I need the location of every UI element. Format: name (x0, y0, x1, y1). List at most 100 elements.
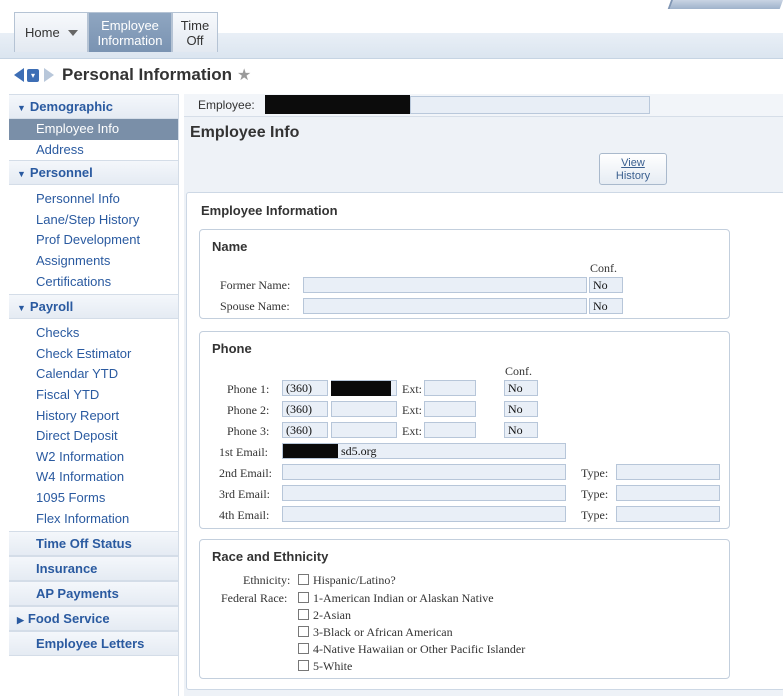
sidebar-item-prof-development[interactable]: Prof Development (9, 230, 178, 251)
employee-label: Employee: (198, 98, 255, 112)
view-history-label-line2: History (615, 170, 651, 182)
race4-label: 4-Native Hawaiian or Other Pacific Islan… (313, 642, 526, 656)
sidebar-section-label: Payroll (29, 299, 74, 315)
email3-type-label: Type: (581, 487, 609, 501)
sidebar: ▼ Demographic Employee Info Address ▼ Pers… (9, 94, 179, 696)
phone3-number-input[interactable] (331, 422, 397, 438)
sidebar-section-demographic[interactable]: ▼ Demographic (9, 94, 178, 119)
sidebar-section-ap-payments[interactable]: AP Payments (9, 581, 178, 607)
email2-type-select[interactable] (616, 464, 720, 480)
phone2-ext-input[interactable] (424, 401, 476, 417)
email3-input[interactable] (282, 485, 566, 501)
favorite-star-icon[interactable]: ★ (237, 65, 251, 85)
sidebar-section-insurance[interactable]: Insurance (9, 556, 178, 582)
phone1-conf-select[interactable]: No (504, 380, 538, 396)
tab-time-off-line1: Time (180, 18, 210, 33)
employee-field[interactable] (410, 96, 650, 114)
sidebar-item-calendar-ytd[interactable]: Calendar YTD (9, 364, 178, 385)
sidebar-item-history-report[interactable]: History Report (9, 406, 178, 427)
hispanic-checkbox[interactable] (298, 574, 309, 585)
forward-arrow-icon[interactable] (44, 68, 54, 82)
corner-decoration (667, 0, 783, 9)
spouse-name-conf-select[interactable]: No (589, 298, 623, 314)
view-history-button[interactable]: View History (599, 153, 667, 185)
tab-time-off[interactable]: Time Off (172, 12, 218, 52)
sidebar-item-assignments[interactable]: Assignments (9, 251, 178, 272)
spouse-name-label: Spouse Name: (220, 299, 290, 313)
employee-selector-row: Employee: (184, 94, 783, 117)
phone3-label: Phone 3: (227, 424, 270, 438)
chevron-down-icon[interactable] (67, 29, 78, 36)
phone3-area-input[interactable]: (360) (282, 422, 328, 438)
phone2-area-input[interactable]: (360) (282, 401, 328, 417)
race4-checkbox[interactable] (298, 643, 309, 654)
sidebar-item-employee-info[interactable]: Employee Info (9, 119, 178, 140)
main-panel: Employee: Employee Info View History Emp… (184, 94, 783, 696)
sidebar-item-personnel-info[interactable]: Personnel Info (9, 189, 178, 210)
top-navigation-bar: Home Employee Information Time Off (0, 0, 783, 59)
phone3-ext-input[interactable] (424, 422, 476, 438)
sidebar-section-personnel[interactable]: ▼ Personnel (9, 160, 178, 186)
sidebar-item-certifications[interactable]: Certifications (9, 272, 178, 293)
sidebar-section-payroll[interactable]: ▼ Payroll (9, 294, 178, 320)
section-title: Employee Info (190, 124, 300, 141)
sidebar-item-w4-information[interactable]: W4 Information (9, 467, 178, 488)
sidebar-section-food-service[interactable]: ▶ Food Service (9, 606, 178, 632)
name-box: Name Conf. Former Name: No Spouse Name: … (199, 229, 730, 319)
former-name-conf-select[interactable]: No (589, 277, 623, 293)
sidebar-group-personnel: Personnel Info Lane/Step History Prof De… (9, 185, 178, 294)
sidebar-item-check-estimator[interactable]: Check Estimator (9, 344, 178, 365)
spouse-name-input[interactable] (303, 298, 587, 314)
phone1-label: Phone 1: (227, 382, 270, 396)
phone1-ext-input[interactable] (424, 380, 476, 396)
sidebar-group-payroll: Checks Check Estimator Calendar YTD Fisc… (9, 319, 178, 531)
sidebar-item-flex-information[interactable]: Flex Information (9, 509, 178, 530)
card-title: Employee Information (201, 203, 338, 218)
sidebar-item-w2-information[interactable]: W2 Information (9, 447, 178, 468)
race2-label: 2-Asian (313, 608, 351, 622)
phone3-conf-select[interactable]: No (504, 422, 538, 438)
sidebar-item-fiscal-ytd[interactable]: Fiscal YTD (9, 385, 178, 406)
sidebar-section-time-off-status[interactable]: Time Off Status (9, 531, 178, 557)
race-ethnicity-box: Race and Ethnicity Ethnicity: Hispanic/L… (199, 539, 730, 679)
sidebar-item-direct-deposit[interactable]: Direct Deposit (9, 426, 178, 447)
phone-box-title: Phone (212, 341, 252, 356)
sidebar-item-checks[interactable]: Checks (9, 323, 178, 344)
sidebar-section-employee-letters[interactable]: Employee Letters (9, 631, 178, 657)
phone2-conf-select[interactable]: No (504, 401, 538, 417)
tab-home[interactable]: Home (14, 12, 88, 52)
phone2-number-input[interactable] (331, 401, 397, 417)
tab-employee-information-line1: Employee (101, 18, 159, 33)
email3-label: 3rd Email: (219, 487, 270, 501)
phone1-area-input[interactable]: (360) (282, 380, 328, 396)
name-box-title: Name (212, 239, 248, 254)
tab-employee-information-line2: Information (97, 33, 163, 48)
back-arrow-icon[interactable] (14, 68, 24, 82)
sidebar-section-label: Food Service (27, 611, 110, 627)
sidebar-item-lane-step-history[interactable]: Lane/Step History (9, 210, 178, 231)
sidebar-item-1095-forms[interactable]: 1095 Forms (9, 488, 178, 509)
tab-home-label: Home (25, 25, 60, 40)
email2-label: 2nd Email: (219, 466, 272, 480)
race3-checkbox[interactable] (298, 626, 309, 637)
former-name-input[interactable] (303, 277, 587, 293)
menu-dropdown-icon[interactable]: ▾ (27, 68, 39, 82)
race1-checkbox[interactable] (298, 592, 309, 603)
federal-race-label: Federal Race: (221, 591, 288, 605)
email3-type-select[interactable] (616, 485, 720, 501)
hispanic-label: Hispanic/Latino? (313, 573, 396, 587)
triangle-down-icon: ▼ (17, 303, 26, 314)
phone-conf-header: Conf. (505, 364, 532, 378)
page-title: Personal Information (62, 65, 233, 84)
tab-employee-information[interactable]: Employee Information (88, 12, 172, 52)
email4-input[interactable] (282, 506, 566, 522)
tab-time-off-line2: Off (186, 33, 204, 48)
race1-label: 1-American Indian or Alaskan Native (313, 591, 494, 605)
email2-input[interactable] (282, 464, 566, 480)
race5-checkbox[interactable] (298, 660, 309, 671)
sidebar-section-label: Demographic (29, 99, 113, 114)
race2-checkbox[interactable] (298, 609, 309, 620)
sidebar-item-address[interactable]: Address (9, 140, 178, 161)
phone-box: Phone Conf. Phone 1: (360) Ext: No Phone… (199, 331, 730, 529)
email4-type-select[interactable] (616, 506, 720, 522)
